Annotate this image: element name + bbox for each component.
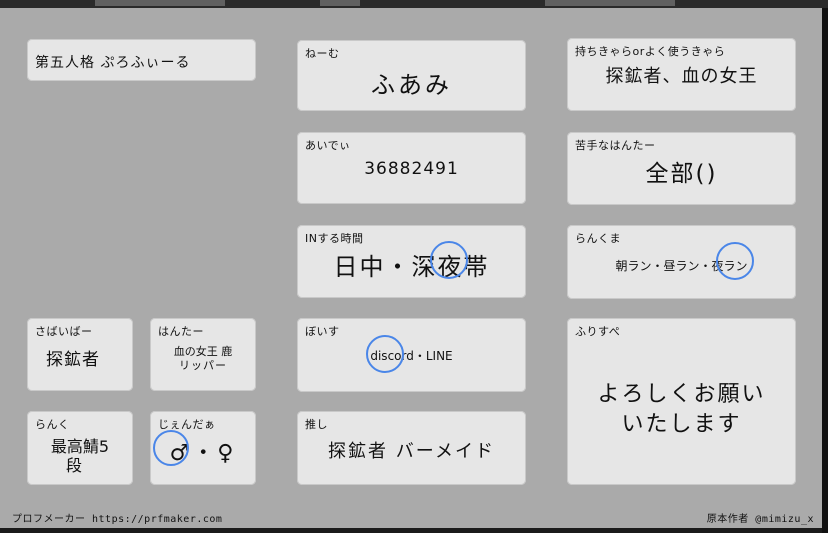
name-value: ふあみ <box>371 71 452 99</box>
id-box: あいでぃ 36882491 <box>297 132 526 204</box>
survivor-box: さばいばー 探鉱者 <box>27 318 133 391</box>
id-label: あいでぃ <box>305 139 351 152</box>
rank-match-label: らんくま <box>575 232 621 245</box>
cropped-text-ghost <box>95 0 225 6</box>
name-box: ねーむ ふあみ <box>297 40 526 111</box>
free-box: ふりすぺ よろしくお願い いたします <box>567 318 796 485</box>
hunter-label: はんたー <box>158 325 204 338</box>
free-value-line1: よろしくお願い <box>597 382 766 407</box>
rank-match-value: 朝ラン・昼ラン・夜ラン <box>615 259 748 273</box>
rank-match-box: らんくま 朝ラン・昼ラン・夜ラン <box>567 225 796 299</box>
weak-hunter-box: 苦手なはんたー 全部() <box>567 132 796 205</box>
profile-sheet: 第五人格 ぷろふぃーる ねーむ ふあみ あいでぃ 36882491 INする時間… <box>0 8 822 528</box>
oshi-box: 推し 探鉱者 バーメイド <box>297 411 526 485</box>
free-value-line2: いたします <box>621 412 742 437</box>
oshi-value: 探鉱者 バーメイド <box>327 441 495 462</box>
oshi-label: 推し <box>305 418 328 431</box>
author-credit: 原本作者 @mimizu_x <box>706 514 814 525</box>
rank-label: らんく <box>35 418 70 431</box>
survivor-label: さばいばー <box>35 325 93 338</box>
weak-hunter-value: 全部() <box>645 161 718 187</box>
name-label: ねーむ <box>305 47 340 60</box>
survivor-value: 探鉱者 <box>46 350 100 370</box>
gender-box: じぇんだぁ ♂・♀ <box>150 411 256 485</box>
cropped-text-ghost <box>545 0 675 6</box>
rank-box: らんく 最高鯖5 段 <box>27 411 133 485</box>
right-edge <box>822 8 828 533</box>
voice-label: ぼいす <box>305 325 340 338</box>
voice-value: discord・LINE <box>370 349 453 363</box>
page-title: 第五人格 ぷろふぃーる <box>35 55 191 71</box>
in-time-value: 日中・深夜帯 <box>333 253 490 281</box>
in-time-label: INする時間 <box>305 232 364 245</box>
hunter-value-line2: リッパー <box>179 359 227 372</box>
top-bar <box>0 0 828 8</box>
cropped-text-ghost <box>320 0 360 6</box>
main-chars-box: 持ちきゃらorよく使うきゃら 探鉱者、血の女王 <box>567 38 796 111</box>
in-time-box: INする時間 日中・深夜帯 <box>297 225 526 298</box>
main-chars-value: 探鉱者、血の女王 <box>605 66 758 87</box>
free-label: ふりすぺ <box>575 325 621 338</box>
weak-hunter-label: 苦手なはんたー <box>575 139 656 152</box>
hunter-box: はんたー 血の女王 鹿 リッパー <box>150 318 256 391</box>
rank-value-line2: 段 <box>65 456 82 475</box>
main-chars-label: 持ちきゃらorよく使うきゃら <box>575 45 726 58</box>
highlight-circle <box>430 241 468 279</box>
id-value: 36882491 <box>364 159 459 179</box>
highlight-circle <box>716 242 754 280</box>
highlight-circle <box>153 430 189 466</box>
voice-box: ぼいす discord・LINE <box>297 318 526 392</box>
header-box: 第五人格 ぷろふぃーる <box>27 39 256 81</box>
highlight-circle <box>366 335 404 373</box>
maker-credit: プロフメーカー https://prfmaker.com <box>12 514 223 525</box>
